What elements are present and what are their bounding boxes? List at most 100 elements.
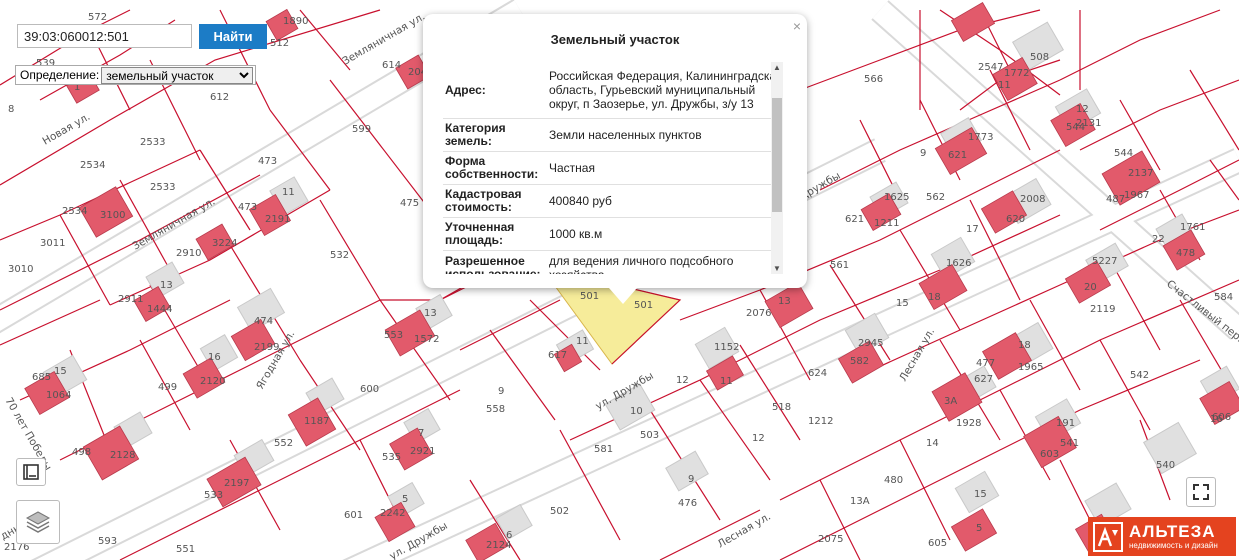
parcel-number-label: 2910 [176, 248, 201, 259]
parcel-number-label: 476 [678, 498, 697, 509]
parcel-number-label: 561 [830, 260, 849, 271]
parcel-number-label: 581 [594, 444, 613, 455]
parcel-number-label: 593 [98, 536, 117, 547]
parcel-number-label: 1965 [1018, 362, 1043, 373]
altezza-logo[interactable]: АЛЬТЕЗА недвижимость и дизайн [1088, 517, 1236, 556]
info-row-category: Категория земель: Земли населенных пункт… [443, 119, 783, 152]
parcel-number-label: 558 [486, 404, 505, 415]
parcel-number-label: 9 [920, 148, 926, 159]
parcel-number-label: 12 [676, 375, 689, 386]
parcel-number-label: 9 [498, 386, 504, 397]
parcel-number-label: 553 [384, 330, 403, 341]
parcel-number-label: 11 [720, 376, 733, 387]
parcel-number-label: 7 [418, 428, 424, 439]
parcel-number-label: 20 [1084, 282, 1097, 293]
parcel-number-label: 9 [688, 474, 694, 485]
parcel-number-label: 627 [974, 374, 993, 385]
parcel-number-label: 601 [344, 510, 363, 521]
fullscreen-button[interactable] [1186, 477, 1216, 507]
parcel-number-label: 617 [548, 350, 567, 361]
parcel-number-label: 584 [1214, 292, 1233, 303]
parcel-number-label: 1444 [147, 304, 172, 315]
parcel-number-label: 11 [282, 187, 295, 198]
parcel-number-label: 535 [382, 452, 401, 463]
logo-tagline: недвижимость и дизайн [1129, 540, 1218, 550]
legend-icon [23, 464, 39, 480]
parcel-number-label: 612 [210, 92, 229, 103]
parcel-number-label: 8 [8, 104, 14, 115]
info-key: Категория земель: [445, 121, 506, 148]
parcel-number-label: 2534 [62, 206, 87, 217]
parcel-number-label: 2534 [80, 160, 105, 171]
parcel-number-label: 1773 [968, 132, 993, 143]
parcel-number-label: 1212 [808, 416, 833, 427]
parcel-number-label: 566 [864, 74, 883, 85]
parcel-number-label: 474 [254, 316, 273, 327]
parcel-number-label: 2137 [1128, 168, 1153, 179]
parcel-number-label: 541 [1060, 438, 1079, 449]
parcel-number-label: 1187 [304, 416, 329, 427]
parcel-number-label: 552 [274, 438, 293, 449]
legend-button[interactable] [16, 458, 46, 486]
parcel-number-label: 477 [976, 358, 995, 369]
parcel-number-label: 1890 [283, 16, 308, 27]
definition-select[interactable]: земельный участок [101, 66, 254, 84]
parcel-number-label: 532 [330, 250, 349, 261]
info-value: Частная [549, 161, 595, 175]
parcel-number-label: 12 [752, 433, 765, 444]
parcel-number-label: 2191 [265, 214, 290, 225]
parcel-number-label: 2199 [254, 342, 279, 353]
parcel-number-label: 600 [360, 384, 379, 395]
parcel-number-label: 13 [778, 296, 791, 307]
parcel-number-label: 603 [1040, 449, 1059, 460]
parcel-number-label: 685 [32, 372, 51, 383]
parcel-number-label: 599 [352, 124, 371, 135]
find-button[interactable]: Найти [199, 24, 267, 49]
parcel-number-label: 499 [158, 382, 177, 393]
parcel-number-label: 15 [896, 298, 909, 309]
parcel-number-label: 2008 [1020, 194, 1045, 205]
parcel-number-label: 2197 [224, 478, 249, 489]
parcel-number-label: 518 [772, 402, 791, 413]
info-row-ownership: Форма собственности: Частная [443, 152, 783, 185]
parcel-number-label: 582 [850, 356, 869, 367]
parcel-number-label: 1625 [884, 192, 909, 203]
parcel-number-label: 475 [400, 198, 419, 209]
scroll-up-icon[interactable]: ▲ [773, 63, 781, 72]
parcel-number-label: 508 [1030, 52, 1049, 63]
info-value: Российская Федерация, Калининградская об… [549, 69, 783, 111]
parcel-number-label: 2533 [140, 137, 165, 148]
parcel-number-label: 2911 [118, 294, 143, 305]
parcel-number-label: 1761 [1180, 222, 1205, 233]
parcel-number-label: 621 [845, 214, 864, 225]
parcel-number-label: 15 [974, 489, 987, 500]
parcel-number-label: 542 [1130, 370, 1149, 381]
parcel-number-label: 191 [1056, 418, 1075, 429]
parcel-number-label: 2124 [486, 540, 511, 551]
parcel-number-label: 13 [160, 280, 173, 291]
parcel-number-label: 1572 [414, 334, 439, 345]
parcel-number-label: 473 [238, 202, 257, 213]
popup-scrollbar[interactable]: ▲ ▼ [771, 62, 783, 274]
parcel-number-label: 620 [1006, 214, 1025, 225]
parcel-number-label: 17 [966, 224, 979, 235]
parcel-number-label: 13 [424, 308, 437, 319]
logo-mark-icon [1093, 521, 1123, 552]
scroll-down-icon[interactable]: ▼ [773, 264, 781, 273]
parcel-number-label: 5 [976, 523, 982, 534]
info-key: Разрешенное использование: [445, 254, 541, 275]
info-key: Форма собственности: [445, 154, 539, 181]
parcel-number-label: 1626 [946, 258, 971, 269]
parcel-number-label: 1928 [956, 418, 981, 429]
parcel-number-label: 18 [928, 292, 941, 303]
definition-label: Определение: [20, 68, 100, 82]
parcel-number-label: 15 [54, 366, 67, 377]
parcel-number-label: 2533 [150, 182, 175, 193]
info-row-area: Уточненная площадь: 1000 кв.м [443, 218, 783, 251]
layers-button[interactable] [16, 500, 60, 544]
cadastral-number-input[interactable] [17, 24, 192, 48]
info-row-cadastral-value: Кадастровая стоимость: 400840 руб [443, 185, 783, 218]
scrollbar-thumb[interactable] [772, 98, 782, 212]
parcel-number-label: 614 [382, 60, 401, 71]
logo-name: АЛЬТЕЗА [1129, 521, 1216, 541]
